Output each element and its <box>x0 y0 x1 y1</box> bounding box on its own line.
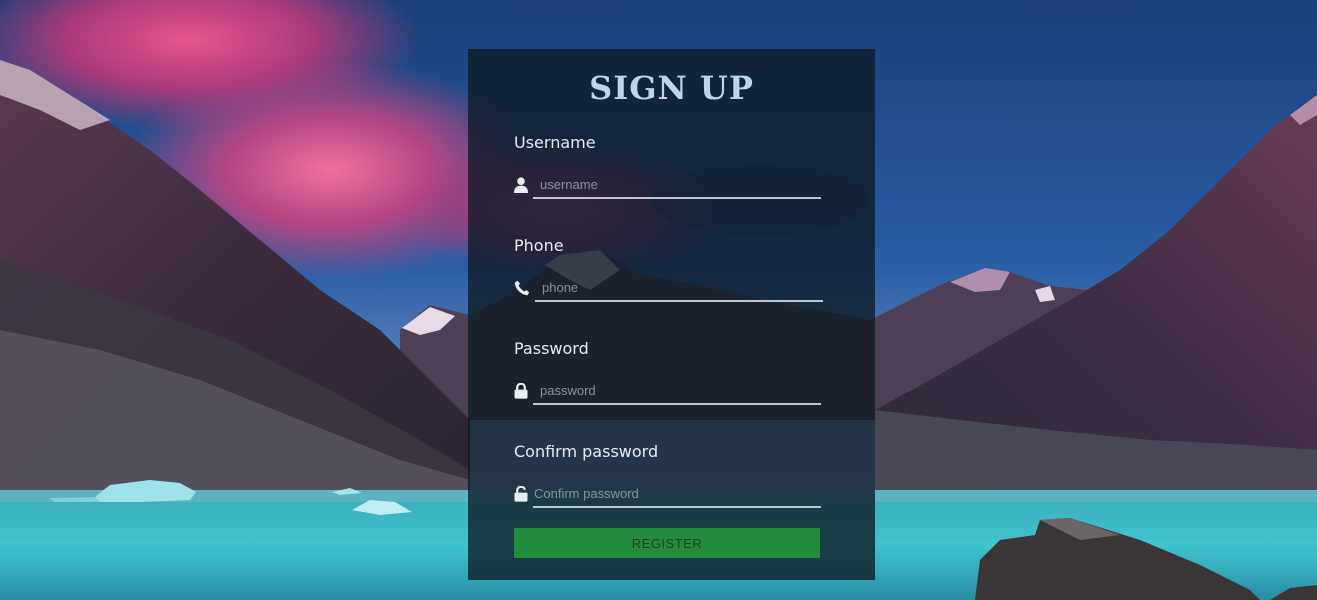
phone-field-group <box>514 274 823 304</box>
user-icon <box>514 177 530 193</box>
phone-input[interactable] <box>535 274 823 302</box>
signup-card: SIGN UP Username Phone Password Confirm … <box>468 49 875 580</box>
register-button[interactable]: REGISTER <box>514 528 820 558</box>
password-label: Password <box>514 339 589 358</box>
confirm-password-field-group <box>514 480 822 510</box>
password-input[interactable] <box>533 377 821 405</box>
username-input[interactable] <box>533 171 821 199</box>
username-label: Username <box>514 133 596 152</box>
confirm-password-input[interactable] <box>533 480 821 508</box>
username-field-group <box>514 171 822 201</box>
phone-icon <box>514 280 530 296</box>
lock-icon <box>514 383 530 399</box>
password-field-group <box>514 377 822 407</box>
confirm-password-label: Confirm password <box>514 442 659 461</box>
phone-label: Phone <box>514 236 564 255</box>
page-title: SIGN UP <box>589 69 754 107</box>
unlock-icon <box>514 486 530 502</box>
